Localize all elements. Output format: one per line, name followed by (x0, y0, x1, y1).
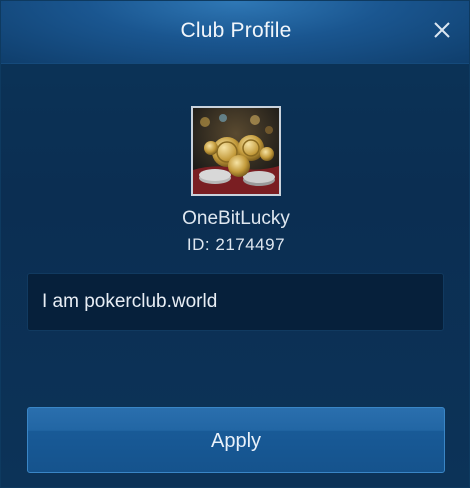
dialog-title: Club Profile (180, 19, 292, 42)
club-avatar-image (193, 108, 279, 194)
club-description-text: I am pokerclub.world (42, 291, 218, 312)
club-avatar[interactable] (191, 106, 281, 196)
club-profile-dialog: Club Profile OneBitLucky ID: 2174497 I a… (0, 0, 470, 488)
club-name: OneBitLucky (182, 208, 290, 229)
club-description-field[interactable]: I am pokerclub.world (27, 273, 444, 331)
dialog-header: Club Profile (1, 1, 469, 64)
apply-button-label: Apply (210, 430, 262, 452)
close-icon[interactable] (431, 19, 453, 41)
club-id: ID: 2174497 (186, 235, 286, 254)
apply-button[interactable]: Apply (27, 407, 445, 473)
